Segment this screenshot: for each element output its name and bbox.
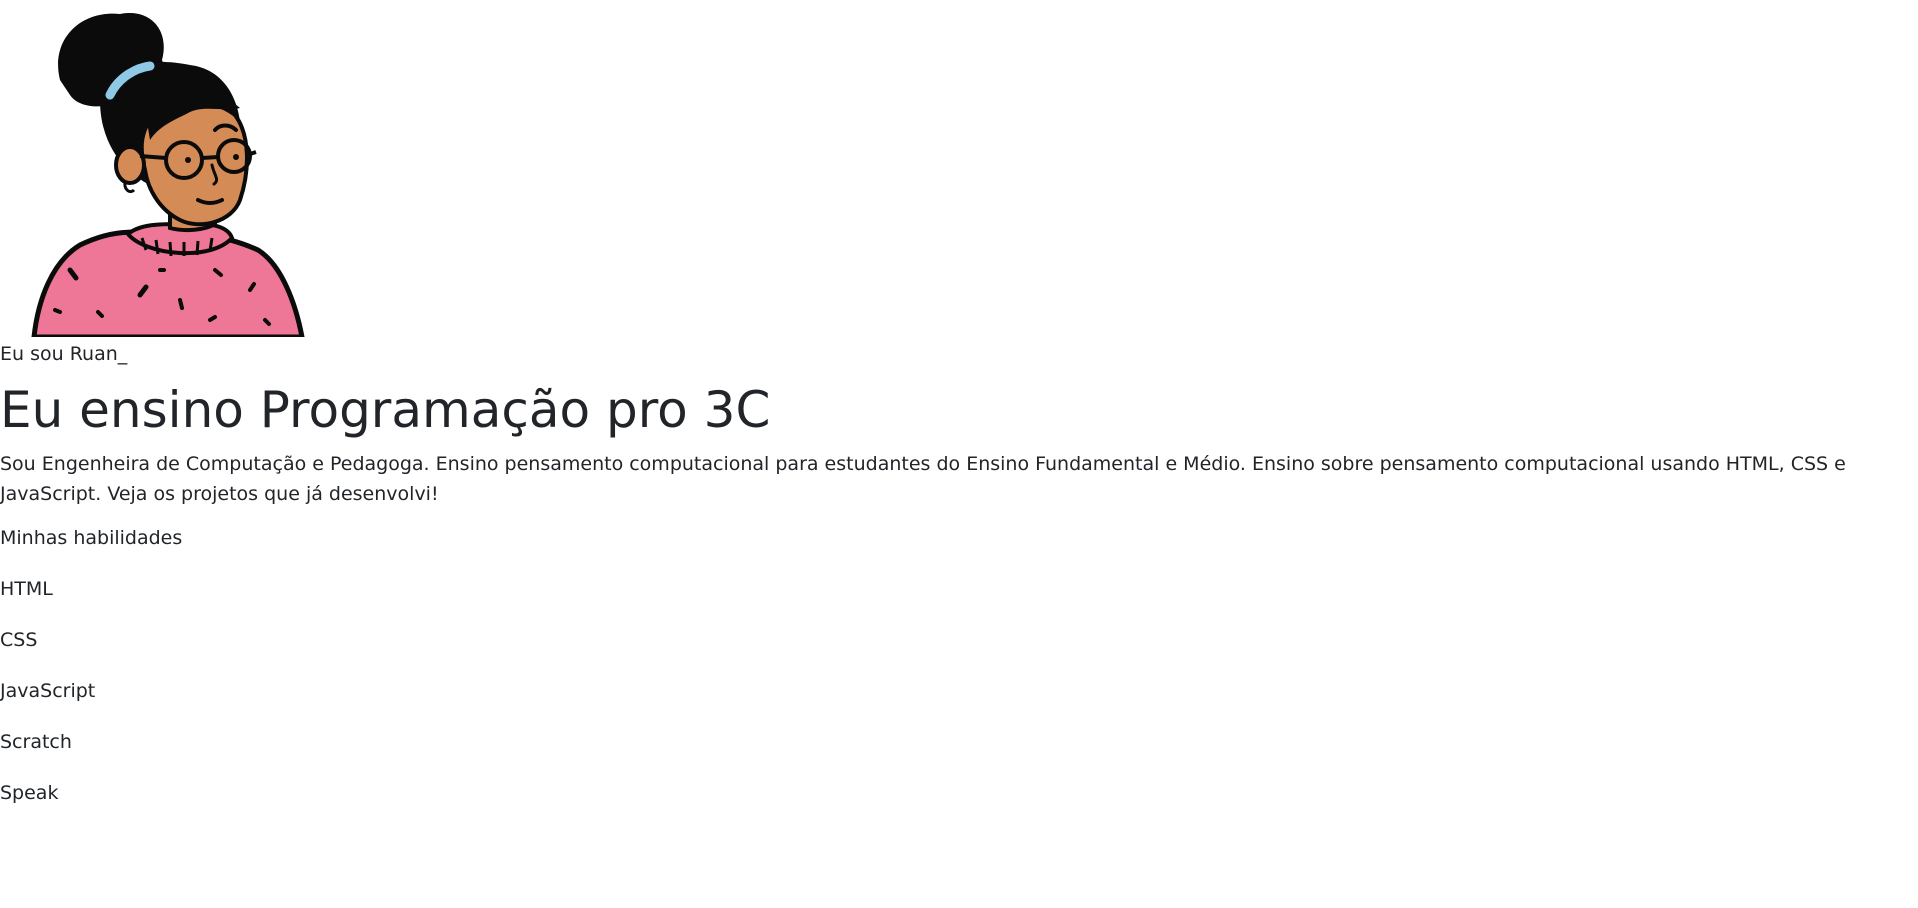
skill-item-css: CSS [0,629,38,651]
skill-item-javascript: JavaScript [0,680,96,702]
page-title: Eu ensino Programação pro 3C [0,381,771,439]
avatar-illustration [31,13,305,337]
profile-page: Eu sou Ruan_ Eu ensino Programação pro 3… [0,0,1918,908]
skills-heading: Minhas habilidades [0,527,183,549]
skill-item-html: HTML [0,578,53,600]
skill-item-speak: Speak [0,782,59,804]
intro-text: Eu sou Ruan_ [0,343,128,365]
avatar [0,0,310,337]
bio-text: Sou Engenheira de Computação e Pedagoga.… [0,453,1846,505]
skill-item-scratch: Scratch [0,731,72,753]
